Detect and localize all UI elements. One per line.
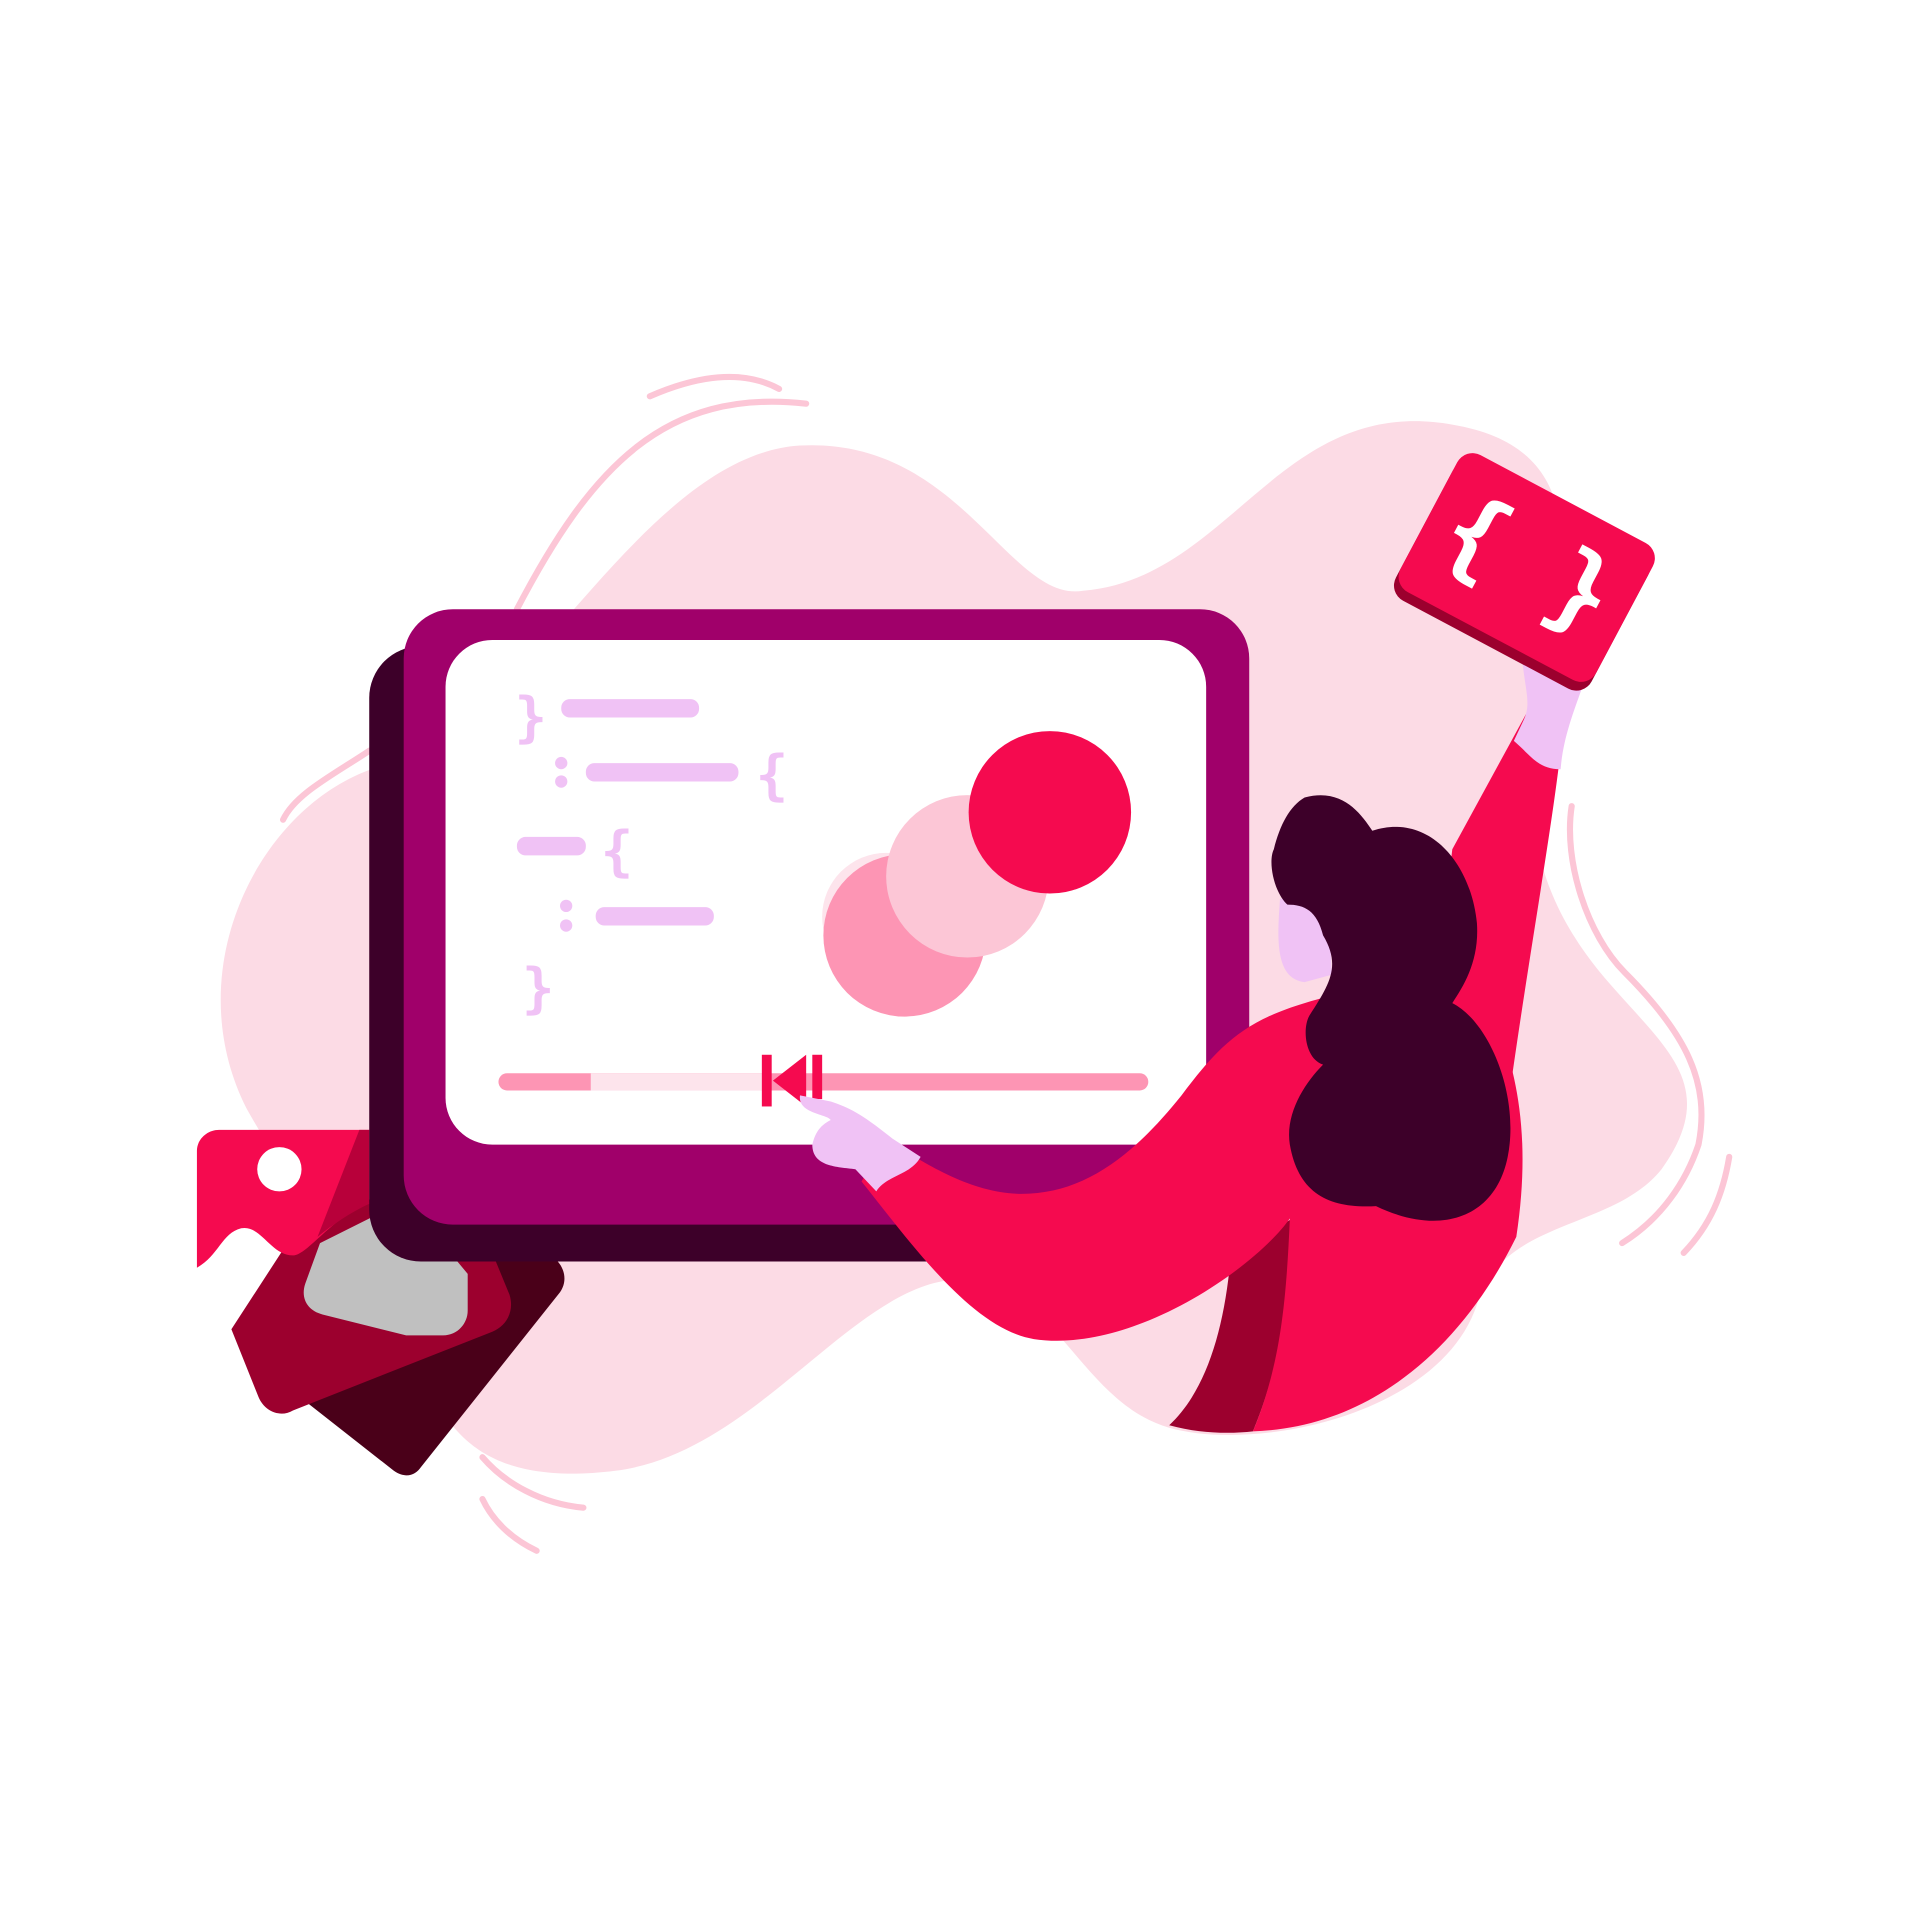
svg-text:{: {	[601, 820, 634, 883]
pause-icon[interactable]	[812, 1054, 823, 1100]
progress-bar[interactable]	[498, 1073, 1149, 1091]
illustration: } { { } {}	[196, 373, 1733, 1554]
svg-text:{: {	[756, 744, 789, 807]
screen	[445, 640, 1207, 1145]
svg-text:}: }	[514, 686, 547, 749]
image-icon	[257, 1147, 302, 1192]
svg-text:}: }	[522, 957, 555, 1020]
